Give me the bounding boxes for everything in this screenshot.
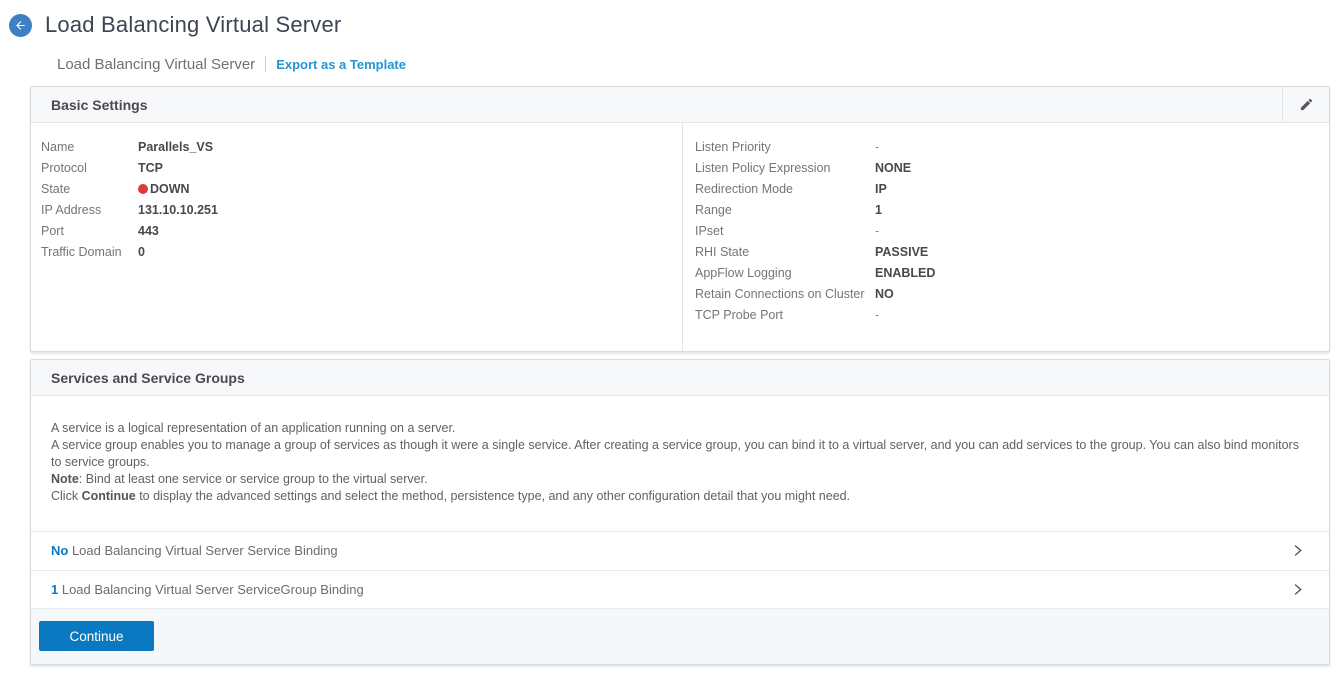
- pencil-icon: [1299, 97, 1314, 112]
- field-value: NO: [875, 287, 894, 301]
- binding-count: No: [51, 543, 68, 558]
- subheader: Load Balancing Virtual Server Export as …: [57, 54, 1337, 74]
- continue-button[interactable]: Continue: [39, 621, 154, 651]
- field-appflow-logging: AppFlow Logging ENABLED: [695, 262, 1329, 283]
- field-value: ENABLED: [875, 266, 935, 280]
- basic-settings-header: Basic Settings: [31, 87, 1329, 123]
- field-listen-policy-expression: Listen Policy Expression NONE: [695, 157, 1329, 178]
- field-value: 131.10.10.251: [138, 203, 218, 217]
- field-redirection-mode: Redirection Mode IP: [695, 178, 1329, 199]
- field-value: NONE: [875, 161, 911, 175]
- field-label: Name: [41, 140, 138, 154]
- field-value: Parallels_VS: [138, 140, 213, 154]
- field-value: PASSIVE: [875, 245, 928, 259]
- field-ip-address: IP Address 131.10.10.251: [41, 199, 682, 220]
- field-ipset: IPset -: [695, 220, 1329, 241]
- field-traffic-domain: Traffic Domain 0: [41, 241, 682, 262]
- service-binding-row[interactable]: No Load Balancing Virtual Server Service…: [31, 531, 1329, 570]
- field-label: AppFlow Logging: [695, 266, 875, 280]
- field-label: Listen Priority: [695, 140, 875, 154]
- field-label: State: [41, 182, 138, 196]
- field-tcp-probe-port: TCP Probe Port -: [695, 304, 1329, 325]
- services-title: Services and Service Groups: [31, 370, 245, 386]
- field-rhi-state: RHI State PASSIVE: [695, 241, 1329, 262]
- subheader-divider: [265, 56, 266, 72]
- chevron-right-icon: [1291, 583, 1304, 596]
- field-value: 0: [138, 245, 145, 259]
- field-label: Retain Connections on Cluster: [695, 287, 875, 301]
- hint-bold: Continue: [82, 489, 136, 503]
- export-template-link[interactable]: Export as a Template: [276, 57, 406, 72]
- basic-settings-body: Name Parallels_VS Protocol TCP State DOW…: [31, 123, 1329, 351]
- binding-label: Load Balancing Virtual Server Service Bi…: [68, 543, 337, 558]
- field-state: State DOWN: [41, 178, 682, 199]
- field-label: TCP Probe Port: [695, 308, 875, 322]
- field-value: -: [875, 140, 879, 154]
- servicegroup-binding-row[interactable]: 1 Load Balancing Virtual Server ServiceG…: [31, 570, 1329, 609]
- field-label: Redirection Mode: [695, 182, 875, 196]
- binding-label: Load Balancing Virtual Server ServiceGro…: [58, 582, 363, 597]
- field-value: -: [875, 308, 879, 322]
- field-label: Port: [41, 224, 138, 238]
- basic-settings-right-column: Listen Priority - Listen Policy Expressi…: [682, 123, 1329, 351]
- field-value: IP: [875, 182, 887, 196]
- field-value: TCP: [138, 161, 163, 175]
- basic-settings-panel: Basic Settings Name Parallels_VS Protoco…: [30, 86, 1330, 352]
- services-panel: Services and Service Groups A service is…: [30, 359, 1330, 665]
- back-button[interactable]: [9, 14, 32, 37]
- page-header: Load Balancing Virtual Server: [0, 0, 1337, 40]
- field-value: 1: [875, 203, 882, 217]
- continue-hint: Click Continue to display the advanced s…: [51, 488, 1309, 505]
- field-retain-connections-on-cluster: Retain Connections on Cluster NO: [695, 283, 1329, 304]
- binding-count: 1: [51, 582, 58, 597]
- field-label: Protocol: [41, 161, 138, 175]
- description-line-1: A service is a logical representation of…: [51, 420, 1309, 437]
- field-label: IPset: [695, 224, 875, 238]
- field-protocol: Protocol TCP: [41, 157, 682, 178]
- note-text: : Bind at least one service or service g…: [79, 472, 428, 486]
- field-label: Range: [695, 203, 875, 217]
- services-footer: Continue: [31, 608, 1329, 664]
- field-port: Port 443: [41, 220, 682, 241]
- field-label: RHI State: [695, 245, 875, 259]
- hint-post: to display the advanced settings and sel…: [136, 489, 850, 503]
- field-value: -: [875, 224, 879, 238]
- status-value: DOWN: [150, 182, 190, 196]
- field-label: Listen Policy Expression: [695, 161, 875, 175]
- field-label: IP Address: [41, 203, 138, 217]
- breadcrumb: Load Balancing Virtual Server: [57, 56, 255, 73]
- services-header: Services and Service Groups: [31, 360, 1329, 396]
- field-listen-priority: Listen Priority -: [695, 136, 1329, 157]
- description-line-2: A service group enables you to manage a …: [51, 437, 1309, 471]
- description-note: Note: Bind at least one service or servi…: [51, 471, 1309, 488]
- hint-pre: Click: [51, 489, 82, 503]
- field-label: Traffic Domain: [41, 245, 138, 259]
- red-status-dot: [138, 184, 148, 194]
- edit-basic-settings-button[interactable]: [1282, 87, 1329, 122]
- services-description: A service is a logical representation of…: [31, 396, 1329, 531]
- basic-settings-left-column: Name Parallels_VS Protocol TCP State DOW…: [31, 123, 682, 351]
- chevron-right-icon: [1291, 544, 1304, 557]
- basic-settings-title: Basic Settings: [31, 97, 147, 113]
- field-value: 443: [138, 224, 159, 238]
- field-name: Name Parallels_VS: [41, 136, 682, 157]
- field-range: Range 1: [695, 199, 1329, 220]
- arrow-left-icon: [14, 19, 27, 32]
- page-title: Load Balancing Virtual Server: [45, 12, 341, 38]
- note-label: Note: [51, 472, 79, 486]
